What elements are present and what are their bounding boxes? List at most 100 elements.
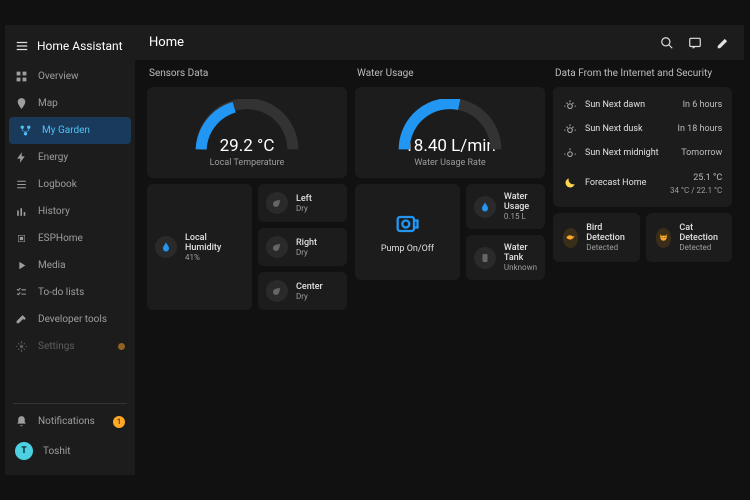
gear-icon <box>15 340 28 353</box>
map-icon <box>15 97 28 110</box>
water-icon <box>474 196 496 218</box>
menu-icon[interactable] <box>15 39 29 53</box>
sunrise-icon <box>563 98 577 112</box>
pump-icon <box>393 210 421 238</box>
tile-name: Water Usage <box>504 192 537 212</box>
tile-name: Bird Detection <box>586 223 629 243</box>
tile-value: Dry <box>296 292 323 301</box>
moon-icon <box>563 176 577 190</box>
hammer-icon <box>15 313 28 326</box>
sidebar-item-label: Logbook <box>38 179 77 190</box>
pump-toggle-card[interactable]: Pump On/Off <box>355 184 460 280</box>
settings-badge <box>118 343 125 350</box>
tank-icon <box>474 247 496 269</box>
sidebar-item-label: Developer tools <box>38 314 107 325</box>
sidebar-item-media[interactable]: Media <box>5 252 135 279</box>
sun-forecast-card: Sun Next dawn In 6 hours Sun Next dusk In … <box>553 87 732 207</box>
row-value: Tomorrow <box>681 148 722 158</box>
app-title: Home Assistant <box>37 39 123 53</box>
sidebar-item-label: Notifications <box>38 416 95 427</box>
sidebar-item-label: Map <box>38 98 58 109</box>
pump-label: Pump On/Off <box>381 244 434 254</box>
sidebar-item-map[interactable]: Map <box>5 90 135 117</box>
tile-value: Detected <box>586 243 629 252</box>
sidebar-item-user[interactable]: T Toshit <box>5 435 135 467</box>
sidebar-item-history[interactable]: History <box>5 198 135 225</box>
temperature-label: Local Temperature <box>210 158 285 168</box>
sidebar-item-overview[interactable]: Overview <box>5 63 135 90</box>
sidebar-item-esphome[interactable]: ESPHome <box>5 225 135 252</box>
section-title-water: Water Usage <box>355 68 545 79</box>
sidebar-item-label: Energy <box>38 152 68 163</box>
humidity-icon <box>155 236 177 258</box>
user-name: Toshit <box>43 446 71 457</box>
zone-center-tile[interactable]: CenterDry <box>258 272 347 310</box>
cat-detection-tile[interactable]: Cat DetectionDetected <box>646 213 733 262</box>
water-rate-gauge-card[interactable]: 18.40 L/min Water Usage Rate <box>355 87 545 178</box>
todo-icon <box>15 286 28 299</box>
sun-midnight-row[interactable]: Sun Next midnightTomorrow <box>563 141 722 165</box>
tile-name: Center <box>296 282 323 292</box>
search-icon[interactable] <box>660 36 674 50</box>
leaf-icon <box>266 236 288 258</box>
edit-icon[interactable] <box>716 36 730 50</box>
forecast-row[interactable]: Forecast Home25.1 °C34 °C / 22.1 °C <box>563 165 722 201</box>
sidebar-item-logbook[interactable]: Logbook <box>5 171 135 198</box>
water-rate-gauge <box>395 99 505 154</box>
tile-name: Local Humidity <box>185 233 244 253</box>
tile-name: Left <box>296 194 312 204</box>
energy-icon <box>15 151 28 164</box>
row-name: Forecast Home <box>585 178 662 188</box>
bird-icon <box>563 228 578 248</box>
sidebar-item-my-garden[interactable]: My Garden <box>9 117 131 144</box>
sidebar-item-settings[interactable]: Settings <box>5 333 135 360</box>
sunset-icon <box>563 122 577 136</box>
sidebar-item-todo[interactable]: To-do lists <box>5 279 135 306</box>
bell-icon <box>15 415 28 428</box>
dashboard-icon <box>15 70 28 83</box>
sidebar-item-label: ESPHome <box>38 233 83 244</box>
sidebar-item-energy[interactable]: Energy <box>5 144 135 171</box>
sidebar: Home Assistant Overview Map My Garden En… <box>5 25 135 475</box>
section-title-sensors: Sensors Data <box>147 68 347 79</box>
zone-right-tile[interactable]: RightDry <box>258 228 347 266</box>
water-tank-tile[interactable]: Water TankUnknown <box>466 235 545 280</box>
chat-icon[interactable] <box>688 36 702 50</box>
page-title: Home <box>149 35 184 50</box>
sun-dawn-row[interactable]: Sun Next dawn In 6 hours <box>563 93 722 117</box>
tile-value: Dry <box>296 204 312 213</box>
row-value: In 6 hours <box>683 100 723 110</box>
sidebar-item-label: To-do lists <box>38 287 84 298</box>
temperature-gauge-card[interactable]: 29.2 °C Local Temperature <box>147 87 347 178</box>
main: Home Sensors Data 29.2 °C Local Temperat… <box>135 25 744 475</box>
history-icon <box>15 205 28 218</box>
tile-name: Cat Detection <box>679 223 722 243</box>
tile-value: 41% <box>185 253 244 262</box>
humidity-tile[interactable]: Local Humidity41% <box>147 184 252 310</box>
sidebar-item-notifications[interactable]: Notifications 1 <box>5 408 135 435</box>
leaf-icon <box>266 192 288 214</box>
zone-left-tile[interactable]: LeftDry <box>258 184 347 222</box>
notifications-badge: 1 <box>113 416 125 428</box>
sidebar-item-label: Settings <box>38 341 75 352</box>
bird-detection-tile[interactable]: Bird DetectionDetected <box>553 213 640 262</box>
sun-dusk-row[interactable]: Sun Next dusk In 18 hours <box>563 117 722 141</box>
tile-value: 0.15 L <box>504 212 537 221</box>
section-title-internet: Data From the Internet and Security <box>553 68 732 79</box>
water-usage-tile[interactable]: Water Usage0.15 L <box>466 184 545 229</box>
media-icon <box>15 259 28 272</box>
topbar: Home <box>135 25 744 60</box>
tile-name: Water Tank <box>504 243 537 263</box>
tile-value: Unknown <box>504 263 537 272</box>
tile-value: Detected <box>679 243 722 252</box>
sidebar-item-label: My Garden <box>42 125 90 136</box>
sidebar-item-devtools[interactable]: Developer tools <box>5 306 135 333</box>
row-value: In 18 hours <box>678 124 723 134</box>
leaf-icon <box>266 280 288 302</box>
row-name: Sun Next dusk <box>585 124 670 134</box>
row-name: Sun Next dawn <box>585 100 675 110</box>
avatar: T <box>15 442 33 460</box>
tile-value: Dry <box>296 248 317 257</box>
logbook-icon <box>15 178 28 191</box>
sidebar-header: Home Assistant <box>5 33 135 59</box>
